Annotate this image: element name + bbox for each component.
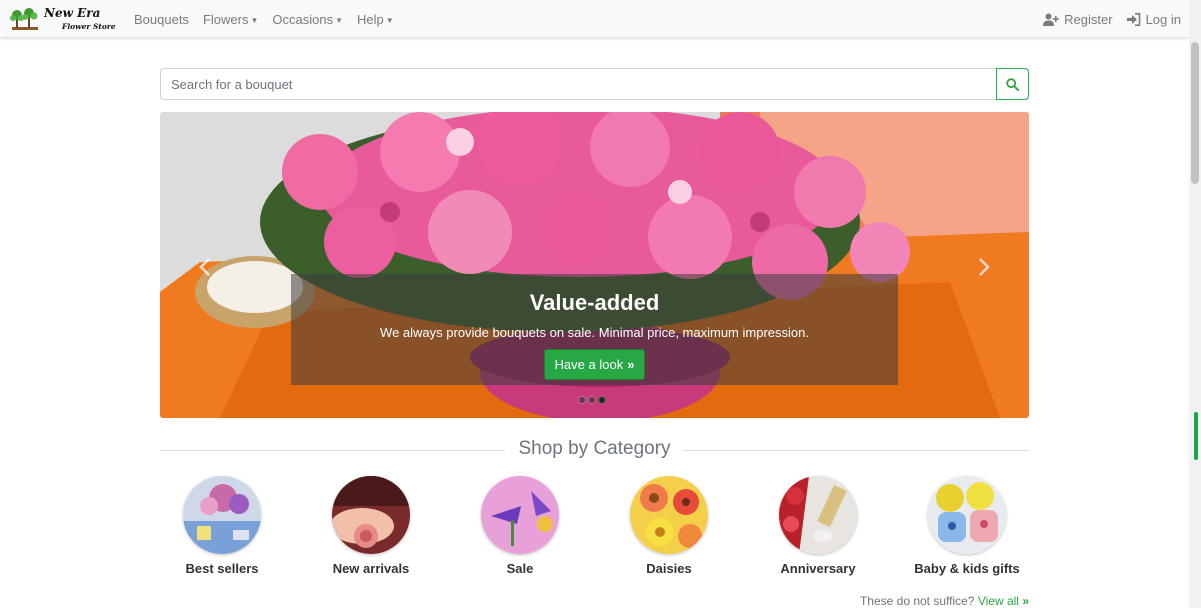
category-daisies[interactable]: Daisies xyxy=(594,476,744,576)
carousel-caption: Value-added We always provide bouquets o… xyxy=(291,274,898,385)
section-title: Shop by Category xyxy=(518,438,671,459)
caret-down-icon: ▼ xyxy=(250,15,259,25)
category-label: Daisies xyxy=(646,561,692,576)
sign-in-icon xyxy=(1126,12,1140,26)
daisies-image xyxy=(630,476,708,554)
category-label: Baby & kids gifts xyxy=(914,561,1020,576)
search-bar xyxy=(160,68,1029,100)
nav-flowers-label: Flowers xyxy=(202,11,249,27)
have-a-look-label: Have a look xyxy=(554,357,624,372)
view-all-prompt: These do not suffice? xyxy=(859,594,975,608)
new-arrivals-image xyxy=(332,476,410,554)
double-chevron-right-icon: » xyxy=(627,357,635,372)
baby-kids-gifts-image xyxy=(928,476,1006,554)
carousel-description: We always provide bouquets on sale. Mini… xyxy=(380,325,809,340)
user-plus-icon xyxy=(1043,13,1059,26)
carousel-next-button[interactable] xyxy=(969,252,999,282)
register-label: Register xyxy=(1064,11,1113,27)
carousel-indicator-3[interactable] xyxy=(598,396,606,404)
chevron-right-icon xyxy=(979,258,990,276)
view-all-label: View all xyxy=(977,594,1019,608)
search-button[interactable] xyxy=(996,68,1029,100)
category-label: Anniversary xyxy=(780,561,856,576)
double-chevron-right-icon: » xyxy=(1022,594,1029,608)
nav-occasions-dropdown[interactable]: Occasions ▼ xyxy=(272,12,343,27)
view-all-row: These do not suffice? View all » xyxy=(860,594,1029,608)
page-scrollbar[interactable] xyxy=(1189,0,1201,608)
category-label: Best sellers xyxy=(185,561,259,576)
login-link[interactable]: Log in xyxy=(1126,11,1181,27)
nav-occasions-label: Occasions xyxy=(272,11,334,27)
category-sale[interactable]: Sale xyxy=(445,476,595,576)
carousel-indicator-2[interactable] xyxy=(588,396,596,404)
divider xyxy=(683,450,1029,451)
category-label: New arrivals xyxy=(332,561,410,576)
tree-logo-icon xyxy=(10,8,38,30)
view-all-link[interactable]: View all » xyxy=(978,594,1029,608)
nav-bouquets[interactable]: Bouquets xyxy=(134,12,189,27)
shop-by-category-heading: Shop by Category xyxy=(160,437,1029,461)
category-baby-kids-gifts[interactable]: Baby & kids gifts xyxy=(892,476,1042,576)
nav-help-dropdown[interactable]: Help ▼ xyxy=(357,12,394,27)
hero-carousel: Value-added We always provide bouquets o… xyxy=(160,112,1029,418)
carousel-indicator-1[interactable] xyxy=(578,396,586,404)
sale-image xyxy=(481,476,559,554)
scrollbar-thumb[interactable] xyxy=(1191,42,1199,184)
search-icon xyxy=(1006,77,1019,91)
register-link[interactable]: Register xyxy=(1043,11,1113,27)
best-sellers-image xyxy=(183,476,261,554)
category-anniversary[interactable]: Anniversary xyxy=(743,476,893,576)
carousel-title: Value-added xyxy=(529,290,660,315)
caret-down-icon: ▼ xyxy=(385,15,394,25)
category-best-sellers[interactable]: Best sellers xyxy=(147,476,297,576)
nav-help-label: Help xyxy=(357,11,384,27)
scroll-position-marker xyxy=(1194,412,1198,460)
chevron-left-icon xyxy=(199,258,210,276)
category-label: Sale xyxy=(506,561,534,576)
have-a-look-button[interactable]: Have a look » xyxy=(543,349,646,380)
category-new-arrivals[interactable]: New arrivals xyxy=(296,476,446,576)
nav-flowers-dropdown[interactable]: Flowers ▼ xyxy=(203,12,258,27)
brand-subtitle: Flower Store xyxy=(62,22,116,31)
caret-down-icon: ▼ xyxy=(335,15,343,25)
main-nav: Bouquets Flowers ▼ Occasions ▼ Help ▼ xyxy=(134,0,408,38)
carousel-prev-button[interactable] xyxy=(190,252,220,282)
brand-name: New Era xyxy=(44,6,101,20)
anniversary-image xyxy=(779,476,857,554)
brand-logo[interactable]: New Era Flower Store xyxy=(8,4,118,34)
login-label: Log in xyxy=(1145,11,1181,27)
top-navbar: New Era Flower Store Bouquets Flowers ▼ O… xyxy=(0,0,1189,38)
nav-bouquets-label: Bouquets xyxy=(134,11,189,27)
carousel-indicators xyxy=(577,396,607,404)
search-input[interactable] xyxy=(160,68,997,100)
account-nav: Register Log in xyxy=(1029,0,1181,38)
